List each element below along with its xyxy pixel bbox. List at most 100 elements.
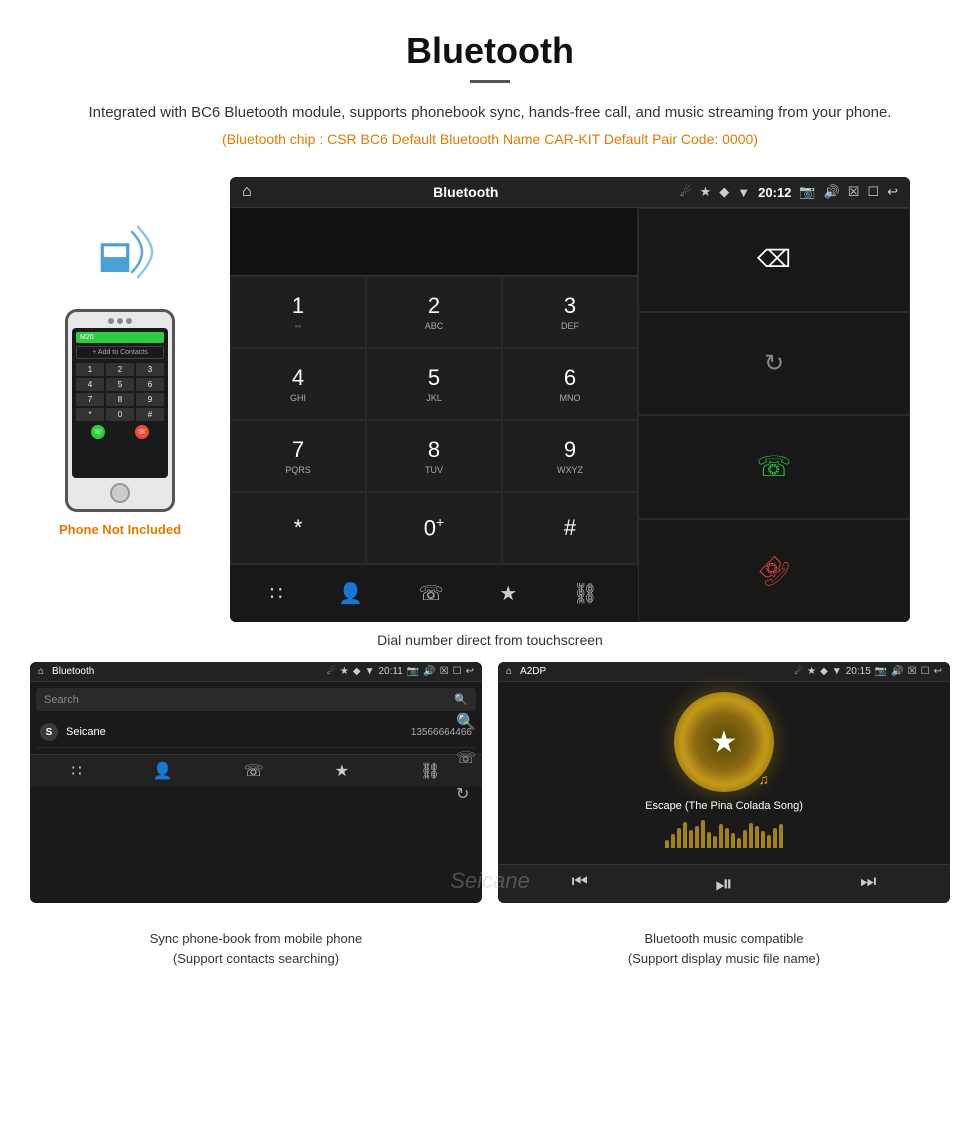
sidebar-search-icon[interactable]: 🔍 xyxy=(456,712,476,732)
phone-key: 9 xyxy=(136,393,164,406)
phonebook-sidebar: 🔍 ☏ ↻ xyxy=(456,712,476,804)
grid-icon[interactable]: ∷ xyxy=(260,577,293,610)
dial-key-hash[interactable]: # xyxy=(502,492,638,564)
mini-wifi-icon: ▼ xyxy=(365,666,375,677)
music-usb-icon: ☄ xyxy=(794,666,803,677)
bluetooth-icon[interactable]: ★ xyxy=(489,577,527,610)
contact-name: Seicane xyxy=(66,726,403,738)
phonebook-statusbar: ⌂ Bluetooth ☄ ★ ◆ ▼ 20:11 📷 🔊 ☒ ☐ ↩ xyxy=(30,662,482,682)
dial-key-0[interactable]: 0+ xyxy=(366,492,502,564)
end-call-button[interactable]: ☏ xyxy=(638,519,910,623)
sidebar-phone-icon[interactable]: ☏ xyxy=(456,748,476,768)
phone-call-button: ☏ xyxy=(91,425,105,439)
phone-key: * xyxy=(76,408,104,421)
dial-key-3[interactable]: 3DEF xyxy=(502,276,638,348)
phone-key: 8 xyxy=(106,393,134,406)
pb-link-icon[interactable]: ⛓ xyxy=(420,761,440,781)
phonebook-content: Search 🔍 S Seicane 13566664466 xyxy=(30,682,482,754)
pb-contacts-icon[interactable]: 👤 xyxy=(153,761,173,781)
mini-cam-icon: 📷 xyxy=(407,666,419,677)
phone-home-button xyxy=(110,483,130,503)
phone-section: ⬓ M20 + Add to Contacts 1 xyxy=(30,177,210,537)
bluetooth-status-icon: ★ xyxy=(700,184,712,200)
action-panel: ⌫ ↻ ☏ ☏ xyxy=(638,208,910,622)
music-screen: ⌂ A2DP ☄ ★ ◆ ▼ 20:15 📷 🔊 ☒ ☐ ↩ ★ ♫ xyxy=(498,662,950,903)
mini-back-icon[interactable]: ↩ xyxy=(466,666,474,677)
page-title: Bluetooth xyxy=(60,30,920,72)
music-content: ★ ♫ Escape (The Pina Colada Song) xyxy=(498,682,950,864)
dial-key-8[interactable]: 8TUV xyxy=(366,420,502,492)
dial-key-1[interactable]: 1◦◦ xyxy=(230,276,366,348)
phone-icon[interactable]: ☏ xyxy=(409,577,454,610)
volume-icon[interactable]: 🔊 xyxy=(824,184,840,200)
backspace-icon: ⌫ xyxy=(757,245,791,274)
mini-home-icon[interactable]: ⌂ xyxy=(38,666,44,677)
dial-key-9[interactable]: 9WXYZ xyxy=(502,420,638,492)
music-bluetooth-icon: ★ xyxy=(711,725,738,760)
music-song-title: Escape (The Pina Colada Song) xyxy=(508,800,940,812)
car-statusbar: ⌂ Bluetooth ☄ ★ ◆ ▼ 20:12 📷 🔊 ☒ ☐ ↩ xyxy=(230,177,910,208)
reload-button[interactable]: ↻ xyxy=(638,312,910,416)
music-wifi-icon: ▼ xyxy=(832,666,842,677)
music-back-icon[interactable]: ↩ xyxy=(934,666,942,677)
phone-end-button: ☏ xyxy=(135,425,149,439)
phone-key: 0 xyxy=(106,408,134,421)
bottom-screens: ⌂ Bluetooth ☄ ★ ◆ ▼ 20:11 📷 🔊 ☒ ☐ ↩ Sear… xyxy=(0,662,980,923)
dial-key-6[interactable]: 6MNO xyxy=(502,348,638,420)
music-status-right: ★ ◆ ▼ 20:15 📷 🔊 ☒ ☐ ↩ xyxy=(807,666,942,677)
title-underline xyxy=(470,80,510,83)
home-icon[interactable]: ⌂ xyxy=(242,183,252,201)
contact-row[interactable]: S Seicane 13566664466 xyxy=(36,717,476,748)
dial-key-5[interactable]: 5JKL xyxy=(366,348,502,420)
status-time: 20:12 xyxy=(758,185,791,200)
link-icon[interactable]: ⛓ xyxy=(563,577,608,610)
mini-x-icon: ☒ xyxy=(440,666,449,677)
music-title: A2DP xyxy=(520,666,790,677)
sidebar-reload-icon[interactable]: ↻ xyxy=(456,784,476,804)
backspace-button[interactable]: ⌫ xyxy=(638,208,910,312)
contacts-icon[interactable]: 👤 xyxy=(328,577,373,610)
mini-status-right: ★ ◆ ▼ 20:11 📷 🔊 ☒ ☐ ↩ xyxy=(340,666,474,677)
phone-bottom-buttons: ☏ ☏ xyxy=(76,425,164,439)
call-button[interactable]: ☏ xyxy=(638,415,910,519)
play-pause-icon[interactable]: ⏯ xyxy=(715,871,733,897)
phone-top xyxy=(72,318,168,324)
music-vol-icon: 🔊 xyxy=(891,666,903,677)
music-home-icon[interactable]: ⌂ xyxy=(506,666,512,677)
dial-key-star[interactable]: * xyxy=(230,492,366,564)
prev-track-icon[interactable]: ⏮ xyxy=(572,871,588,897)
numpad-section: 1◦◦ 2ABC 3DEF 4GHI 5JKL 6MNO 7PQRS 8TUV … xyxy=(230,208,638,622)
main-content: ⬓ M20 + Add to Contacts 1 xyxy=(0,177,980,622)
phonebook-title: Bluetooth xyxy=(52,666,323,677)
phonebook-screen: ⌂ Bluetooth ☄ ★ ◆ ▼ 20:11 📷 🔊 ☒ ☐ ↩ Sear… xyxy=(30,662,482,903)
phone-dot2 xyxy=(117,318,123,324)
dialpad-caption: Dial number direct from touchscreen xyxy=(0,632,980,648)
phone-key: 7 xyxy=(76,393,104,406)
dial-key-7[interactable]: 7PQRS xyxy=(230,420,366,492)
bottom-captions: Sync phone-book from mobile phone(Suppor… xyxy=(0,923,980,988)
camera-icon[interactable]: 📷 xyxy=(799,184,815,200)
page-description: Integrated with BC6 Bluetooth module, su… xyxy=(60,101,920,125)
pb-bt-icon[interactable]: ★ xyxy=(335,761,349,781)
close-icon[interactable]: ☒ xyxy=(848,184,860,200)
dial-key-4[interactable]: 4GHI xyxy=(230,348,366,420)
mini-usb-icon: ☄ xyxy=(327,666,336,677)
search-bar[interactable]: Search 🔍 xyxy=(36,688,476,711)
next-track-icon[interactable]: ⏭ xyxy=(860,871,876,897)
music-art: ★ ♫ xyxy=(674,692,774,792)
phone-mockup: M20 + Add to Contacts 1 2 3 4 5 6 7 8 9 … xyxy=(65,309,175,512)
search-icon[interactable]: 🔍 xyxy=(454,693,468,706)
pb-phone-icon[interactable]: ☏ xyxy=(244,761,264,781)
back-icon[interactable]: ↩ xyxy=(887,184,898,200)
phone-key: # xyxy=(136,408,164,421)
car-dialpad-screen: ⌂ Bluetooth ☄ ★ ◆ ▼ 20:12 📷 🔊 ☒ ☐ ↩ 1◦◦ … xyxy=(230,177,910,622)
page-header: Bluetooth Integrated with BC6 Bluetooth … xyxy=(0,0,980,177)
phonebook-wrapper: Search 🔍 S Seicane 13566664466 🔍 ☏ ↻ xyxy=(30,682,482,754)
pb-grid-icon[interactable]: ∷ xyxy=(72,761,82,781)
dial-key-2[interactable]: 2ABC xyxy=(366,276,502,348)
bluetooth-specs: (Bluetooth chip : CSR BC6 Default Blueto… xyxy=(60,131,920,147)
window-icon[interactable]: ☐ xyxy=(867,184,879,200)
mini-bt-icon: ★ xyxy=(340,666,349,677)
mini-win-icon: ☐ xyxy=(453,666,462,677)
phone-key: 1 xyxy=(76,363,104,376)
